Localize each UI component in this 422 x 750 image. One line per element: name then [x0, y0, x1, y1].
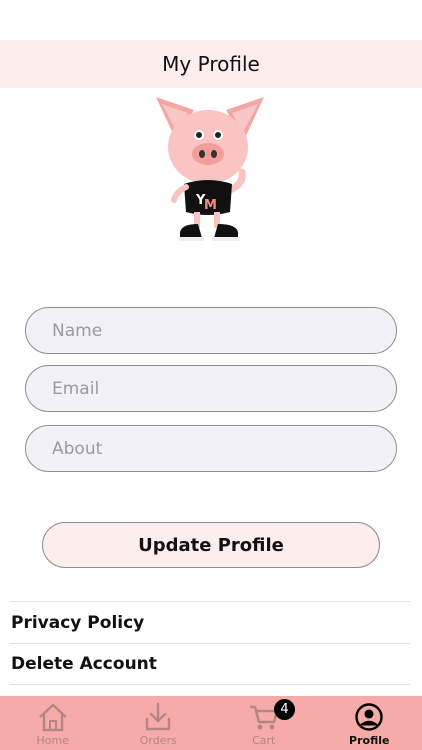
- tab-orders-label: Orders: [139, 734, 177, 747]
- update-profile-button[interactable]: Update Profile: [42, 522, 380, 568]
- tab-cart-label: Cart: [252, 734, 276, 747]
- home-icon: [38, 703, 67, 732]
- email-input[interactable]: [52, 378, 396, 399]
- name-field[interactable]: [25, 307, 397, 354]
- orders-icon: [146, 702, 171, 731]
- page-title: My Profile: [162, 52, 260, 76]
- header-bar: My Profile: [0, 40, 422, 88]
- delete-account-row[interactable]: Delete Account: [10, 643, 410, 685]
- tab-cart[interactable]: 4 Cart: [211, 696, 317, 750]
- tab-profile[interactable]: Profile: [317, 696, 422, 750]
- pig-mascot-avatar: Y M: [156, 97, 264, 241]
- email-field[interactable]: [25, 365, 397, 412]
- delete-account-label: Delete Account: [11, 654, 157, 674]
- profile-icon: [355, 703, 383, 731]
- name-input[interactable]: [52, 320, 396, 341]
- tab-home[interactable]: Home: [0, 696, 106, 750]
- svg-text:M: M: [204, 198, 217, 213]
- privacy-policy-label: Privacy Policy: [11, 612, 145, 633]
- about-input[interactable]: [52, 438, 396, 459]
- tab-orders[interactable]: Orders: [106, 696, 212, 750]
- privacy-policy-row[interactable]: Privacy Policy: [10, 601, 410, 643]
- tab-profile-label: Profile: [349, 734, 390, 747]
- cart-badge: 4: [274, 699, 295, 720]
- profile-screen: My Profile Y M Name Email About Update P…: [0, 0, 422, 750]
- tab-home-label: Home: [36, 734, 69, 747]
- bottom-tab-bar: Home Orders 4 Cart Profile: [0, 696, 422, 750]
- about-field[interactable]: [25, 425, 397, 472]
